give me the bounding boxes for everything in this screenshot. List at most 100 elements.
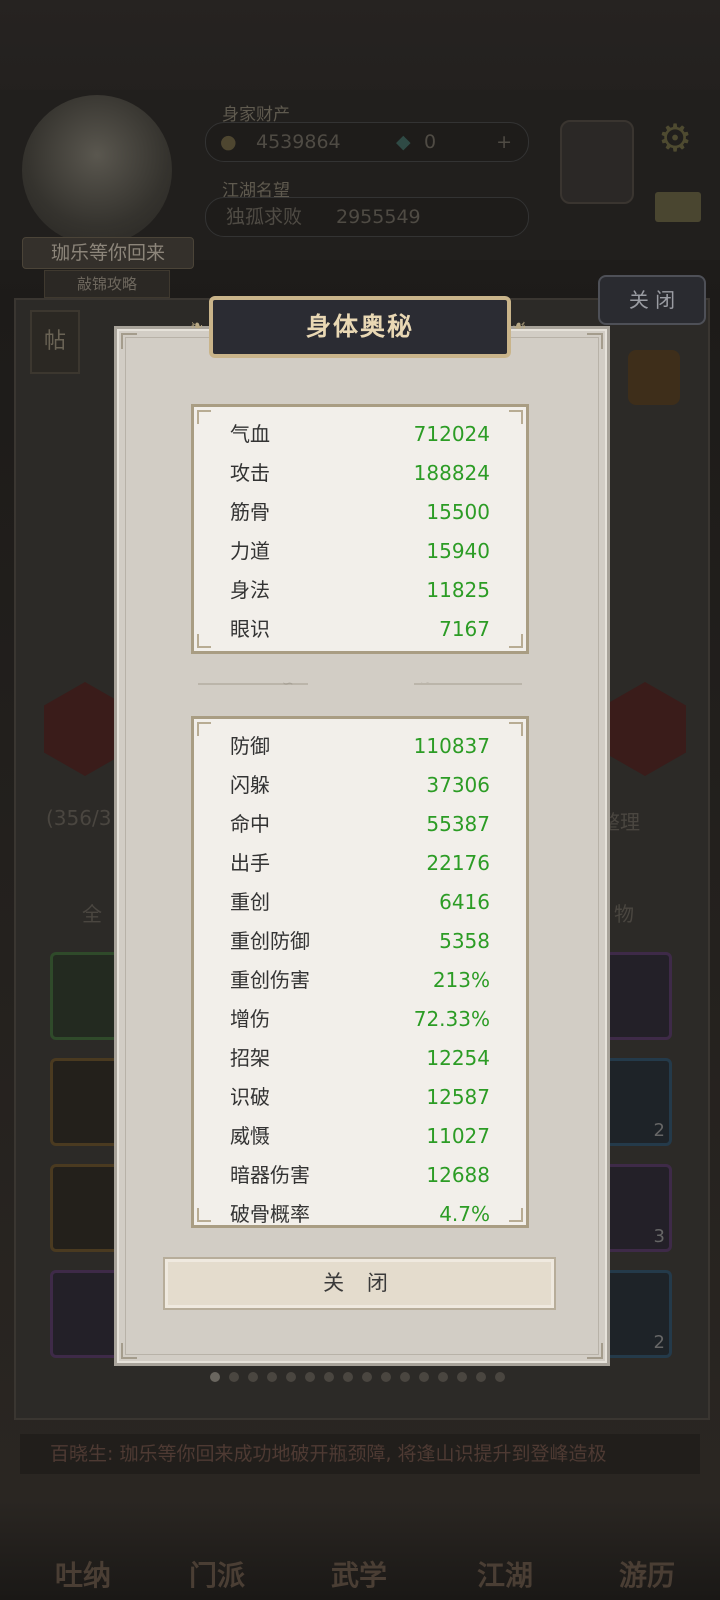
jade-icon: ◆ bbox=[396, 131, 411, 153]
stat-row: 出手 22176 bbox=[230, 844, 490, 883]
stat-label: 攻击 bbox=[230, 461, 270, 485]
stat-label: 眼识 bbox=[230, 617, 270, 641]
stat-value: 4.7% bbox=[439, 1202, 490, 1226]
divider-ornament: ∽ bbox=[282, 676, 294, 692]
stat-label: 招架 bbox=[230, 1046, 270, 1070]
stat-row: 攻击 188824 bbox=[230, 454, 490, 493]
currency-pill: ● 4539864 ◆ 0 + bbox=[205, 122, 529, 162]
item-count: 3 bbox=[653, 1226, 665, 1247]
stat-label: 气血 bbox=[230, 422, 270, 446]
stat-row: 筋骨 15500 bbox=[230, 493, 490, 532]
stat-row: 招架 12254 bbox=[230, 1039, 490, 1078]
player-subtitle: 敲锦攻略 bbox=[44, 270, 170, 298]
stat-label: 闪躲 bbox=[230, 773, 270, 797]
stat-value: 7167 bbox=[439, 617, 490, 641]
stat-value: 15940 bbox=[426, 539, 490, 563]
stat-value: 712024 bbox=[413, 422, 490, 446]
stat-label: 重创防御 bbox=[230, 929, 310, 953]
stat-value: 72.33% bbox=[413, 1007, 490, 1031]
close-button[interactable]: 关 闭 bbox=[163, 1257, 556, 1310]
nav-label: 门派 bbox=[188, 1559, 245, 1592]
stat-row: 威慑 11027 bbox=[230, 1117, 490, 1156]
stat-row: 眼识 7167 bbox=[230, 610, 490, 649]
stat-value: 11825 bbox=[426, 578, 490, 602]
stat-value: 37306 bbox=[426, 773, 490, 797]
item-count: 2 bbox=[653, 1120, 665, 1141]
gear-icon[interactable]: ⚙ bbox=[655, 118, 695, 158]
stat-value: 12587 bbox=[426, 1085, 490, 1109]
filter-all-tab[interactable]: 全 bbox=[82, 898, 102, 927]
corner-ornament bbox=[587, 333, 603, 349]
nav-tunan[interactable]: 吐纳 bbox=[28, 1488, 138, 1600]
stat-value: 12688 bbox=[426, 1163, 490, 1187]
fame-value: 2955549 bbox=[336, 206, 421, 228]
stat-label: 命中 bbox=[230, 812, 270, 836]
corner-ornament bbox=[587, 1343, 603, 1359]
post-icon[interactable]: 帖 bbox=[30, 310, 80, 374]
nav-label: 游历 bbox=[618, 1559, 675, 1592]
stat-label: 增伤 bbox=[230, 1007, 270, 1031]
stat-row: 身法 11825 bbox=[230, 571, 490, 610]
silver-icon: ● bbox=[220, 131, 237, 153]
stat-value: 22176 bbox=[426, 851, 490, 875]
nav-label: 吐纳 bbox=[54, 1559, 111, 1592]
mail-icon[interactable] bbox=[655, 192, 701, 222]
stat-row: 闪躲 37306 bbox=[230, 766, 490, 805]
stat-row: 识破 12587 bbox=[230, 1078, 490, 1117]
stat-row: 防御 110837 bbox=[230, 727, 490, 766]
stat-value: 6416 bbox=[439, 890, 490, 914]
stat-value: 15500 bbox=[426, 500, 490, 524]
stat-label: 识破 bbox=[230, 1085, 270, 1109]
stat-row: 重创 6416 bbox=[230, 883, 490, 922]
stat-row: 气血 712024 bbox=[230, 415, 490, 454]
stat-label: 身法 bbox=[230, 578, 270, 602]
nav-label: 武学 bbox=[330, 1559, 387, 1592]
stat-value: 213% bbox=[432, 968, 490, 992]
stat-row: 命中 55387 bbox=[230, 805, 490, 844]
player-name: 珈乐等你回来 bbox=[22, 237, 194, 269]
stat-value: 188824 bbox=[413, 461, 490, 485]
player-title: 独孤求败 bbox=[226, 206, 303, 228]
taiji-icon[interactable] bbox=[560, 120, 634, 204]
stat-label: 力道 bbox=[230, 539, 270, 563]
stat-value: 11027 bbox=[426, 1124, 490, 1148]
nav-jianghu[interactable]: 江湖 bbox=[450, 1488, 560, 1600]
divider-right bbox=[414, 683, 522, 685]
item-count: 2 bbox=[653, 1332, 665, 1353]
stat-value: 12254 bbox=[426, 1046, 490, 1070]
nav-youli[interactable]: 游历 bbox=[592, 1488, 702, 1600]
silver-value: 4539864 bbox=[256, 131, 341, 153]
filter-item-tab[interactable]: 物 bbox=[614, 898, 634, 927]
nav-menpai[interactable]: 门派 bbox=[162, 1488, 272, 1600]
nav-wuxue[interactable]: 武学 bbox=[304, 1488, 414, 1600]
corner-ornament bbox=[121, 1343, 137, 1359]
stat-row: 重创防御 5358 bbox=[230, 922, 490, 961]
lantern-icon[interactable] bbox=[628, 350, 680, 405]
nav-label: 江湖 bbox=[476, 1559, 533, 1592]
add-currency-icon[interactable]: + bbox=[496, 123, 512, 161]
fame-pill: 独孤求败 2955549 bbox=[205, 197, 529, 237]
player-avatar[interactable] bbox=[22, 95, 172, 245]
stat-row: 重创伤害 213% bbox=[230, 961, 490, 1000]
stat-label: 威慑 bbox=[230, 1124, 270, 1148]
corner-ornament bbox=[121, 333, 137, 349]
stat-label: 重创 bbox=[230, 890, 270, 914]
stat-value: 5358 bbox=[439, 929, 490, 953]
panel-close-button[interactable]: 关 闭 bbox=[598, 275, 706, 325]
stat-row: 破骨概率 4.7% bbox=[230, 1195, 490, 1226]
title-ornament-right: ☙ bbox=[512, 316, 527, 335]
title-ornament-left: ❧ bbox=[190, 316, 204, 335]
stat-label: 重创伤害 bbox=[230, 968, 310, 992]
stat-label: 出手 bbox=[230, 851, 270, 875]
stat-value: 55387 bbox=[426, 812, 490, 836]
stat-label: 筋骨 bbox=[230, 500, 270, 524]
combat-stats-box[interactable]: 防御 110837 闪躲 37306 命中 55387 出手 22176 重创 6416 … bbox=[191, 716, 529, 1228]
stat-value: 110837 bbox=[413, 734, 490, 758]
news-ticker: 百晓生: 珈乐等你回来成功地破开瓶颈障, 将逢山识提升到登峰造极 bbox=[20, 1434, 700, 1474]
bag-capacity: (356/3 bbox=[46, 806, 112, 830]
stat-label: 破骨概率 bbox=[230, 1202, 310, 1226]
stat-label: 暗器伤害 bbox=[230, 1163, 310, 1187]
dialog-title: 身体奥秘 bbox=[209, 296, 511, 358]
stat-label: 防御 bbox=[230, 734, 270, 758]
base-stats-box: 气血 712024 攻击 188824 筋骨 15500 力道 15940 身法 1182… bbox=[191, 404, 529, 654]
